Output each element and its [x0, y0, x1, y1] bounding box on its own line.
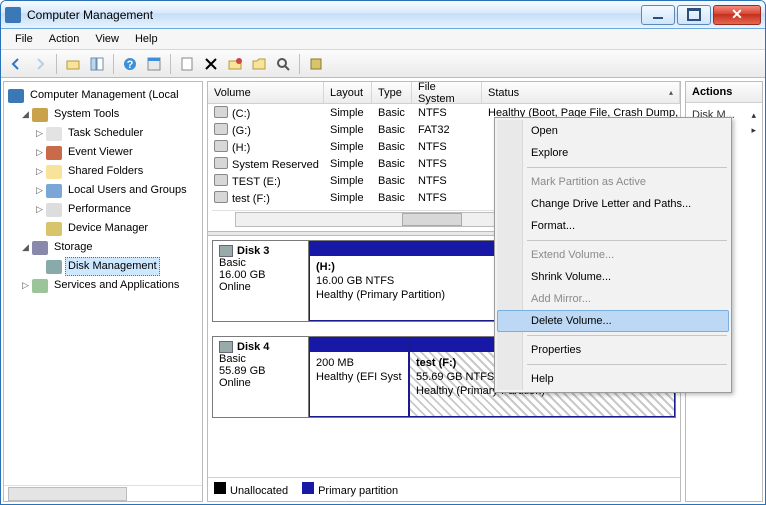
- clock-icon: [46, 127, 62, 141]
- col-filesystem[interactable]: File System: [412, 82, 482, 103]
- menu-file[interactable]: File: [7, 31, 41, 47]
- disk-info[interactable]: Disk 3 Basic 16.00 GB Online: [213, 241, 309, 321]
- titlebar[interactable]: Computer Management: [1, 1, 765, 29]
- properties-button[interactable]: [143, 53, 165, 75]
- window-title: Computer Management: [27, 8, 639, 22]
- forward-button[interactable]: [29, 53, 51, 75]
- tree-shared-folders[interactable]: ▷Shared Folders: [36, 162, 200, 181]
- device-icon: [46, 222, 62, 236]
- ctx-shrink-volume[interactable]: Shrink Volume...: [497, 266, 729, 288]
- context-menu-separator: [527, 335, 727, 336]
- sort-indicator-icon: ▴: [669, 88, 673, 97]
- tree-task-scheduler[interactable]: ▷Task Scheduler: [36, 124, 200, 143]
- menubar: File Action View Help: [1, 29, 765, 50]
- menu-action[interactable]: Action: [41, 31, 88, 47]
- context-menu-separator: [527, 240, 727, 241]
- tree-pane: Computer Management (Local ◢ System Tool…: [3, 81, 203, 502]
- ctx-help[interactable]: Help: [497, 368, 729, 390]
- computer-icon: [8, 89, 24, 103]
- context-menu: Open Explore Mark Partition as Active Ch…: [494, 117, 732, 393]
- col-type[interactable]: Type: [372, 82, 412, 103]
- tree-local-users[interactable]: ▷Local Users and Groups: [36, 181, 200, 200]
- drive-icon: [214, 106, 228, 118]
- tree-root[interactable]: Computer Management (Local ◢ System Tool…: [8, 86, 200, 295]
- chevron-right-icon: ▸: [751, 125, 756, 136]
- legend: Unallocated Primary partition: [208, 477, 680, 501]
- context-menu-separator: [527, 364, 727, 365]
- console-tree-button[interactable]: [86, 53, 108, 75]
- settings-button[interactable]: [224, 53, 246, 75]
- drive-icon: [214, 174, 228, 186]
- ctx-format[interactable]: Format...: [497, 215, 729, 237]
- tree-event-viewer[interactable]: ▷Event Viewer: [36, 143, 200, 162]
- ctx-delete-volume[interactable]: Delete Volume...: [497, 310, 729, 332]
- storage-icon: [32, 241, 48, 255]
- refresh-button[interactable]: [176, 53, 198, 75]
- event-icon: [46, 146, 62, 160]
- disk-icon: [219, 245, 233, 257]
- ctx-explore[interactable]: Explore: [497, 142, 729, 164]
- maximize-button[interactable]: [677, 5, 711, 25]
- console-tree[interactable]: Computer Management (Local ◢ System Tool…: [4, 82, 202, 485]
- tree-services-apps[interactable]: ▷Services and Applications: [22, 276, 200, 295]
- tree-hscrollbar[interactable]: [4, 485, 202, 501]
- actions-header: Actions: [686, 82, 762, 103]
- menu-help[interactable]: Help: [127, 31, 166, 47]
- tree-disk-management[interactable]: Disk Management: [36, 257, 200, 276]
- close-button[interactable]: [713, 5, 761, 25]
- col-volume[interactable]: Volume: [208, 82, 324, 103]
- context-menu-separator: [527, 167, 727, 168]
- tree-performance[interactable]: ▷Performance: [36, 200, 200, 219]
- col-status[interactable]: Status▴: [482, 82, 680, 103]
- ctx-properties[interactable]: Properties: [497, 339, 729, 361]
- tree-system-tools[interactable]: ◢ System Tools ▷Task Scheduler ▷Event Vi…: [22, 105, 200, 238]
- expander-icon[interactable]: ▷: [22, 277, 32, 294]
- drive-icon: [214, 157, 228, 169]
- disk-info[interactable]: Disk 4 Basic 55.89 GB Online: [213, 337, 309, 417]
- drive-icon: [214, 123, 228, 135]
- toolbar: ?: [1, 50, 765, 78]
- svg-text:?: ?: [127, 59, 134, 71]
- drive-icon: [214, 191, 228, 203]
- legend-swatch-unallocated: [214, 482, 226, 494]
- open-folder-button[interactable]: [248, 53, 270, 75]
- folder-icon: [46, 165, 62, 179]
- back-button[interactable]: [5, 53, 27, 75]
- legend-swatch-primary: [302, 482, 314, 494]
- disk-icon: [219, 341, 233, 353]
- minimize-button[interactable]: [641, 5, 675, 25]
- col-layout[interactable]: Layout: [324, 82, 372, 103]
- ctx-mark-active: Mark Partition as Active: [497, 171, 729, 193]
- partition-header-bar: [310, 338, 408, 352]
- disk-icon: [46, 260, 62, 274]
- tree-device-manager[interactable]: Device Manager: [36, 219, 200, 238]
- find-button[interactable]: [272, 53, 294, 75]
- users-icon: [46, 184, 62, 198]
- expander-icon[interactable]: ◢: [22, 239, 32, 256]
- tree-storage[interactable]: ◢ Storage Disk Management: [22, 238, 200, 276]
- tools-icon: [32, 108, 48, 122]
- drive-icon: [214, 140, 228, 152]
- volume-list-header: Volume Layout Type File System Status▴: [208, 82, 680, 104]
- ctx-extend-volume: Extend Volume...: [497, 244, 729, 266]
- app-icon: [5, 7, 21, 23]
- help-button[interactable]: ?: [119, 53, 141, 75]
- expander-icon[interactable]: ▷: [36, 182, 46, 199]
- expander-icon[interactable]: ▷: [36, 144, 46, 161]
- performance-icon: [46, 203, 62, 217]
- expander-icon[interactable]: ▷: [36, 163, 46, 180]
- delete-button[interactable]: [200, 53, 222, 75]
- ctx-add-mirror: Add Mirror...: [497, 288, 729, 310]
- more-actions-button[interactable]: [305, 53, 327, 75]
- partition[interactable]: 200 MB Healthy (EFI Syst: [309, 337, 409, 417]
- expander-icon[interactable]: ▷: [36, 125, 46, 142]
- expander-icon[interactable]: ▷: [36, 201, 46, 218]
- ctx-change-drive-letter[interactable]: Change Drive Letter and Paths...: [497, 193, 729, 215]
- ctx-open[interactable]: Open: [497, 120, 729, 142]
- collapse-up-icon: ▴: [751, 110, 756, 121]
- expander-icon[interactable]: ◢: [22, 106, 32, 123]
- menu-view[interactable]: View: [87, 31, 127, 47]
- up-button[interactable]: [62, 53, 84, 75]
- services-icon: [32, 279, 48, 293]
